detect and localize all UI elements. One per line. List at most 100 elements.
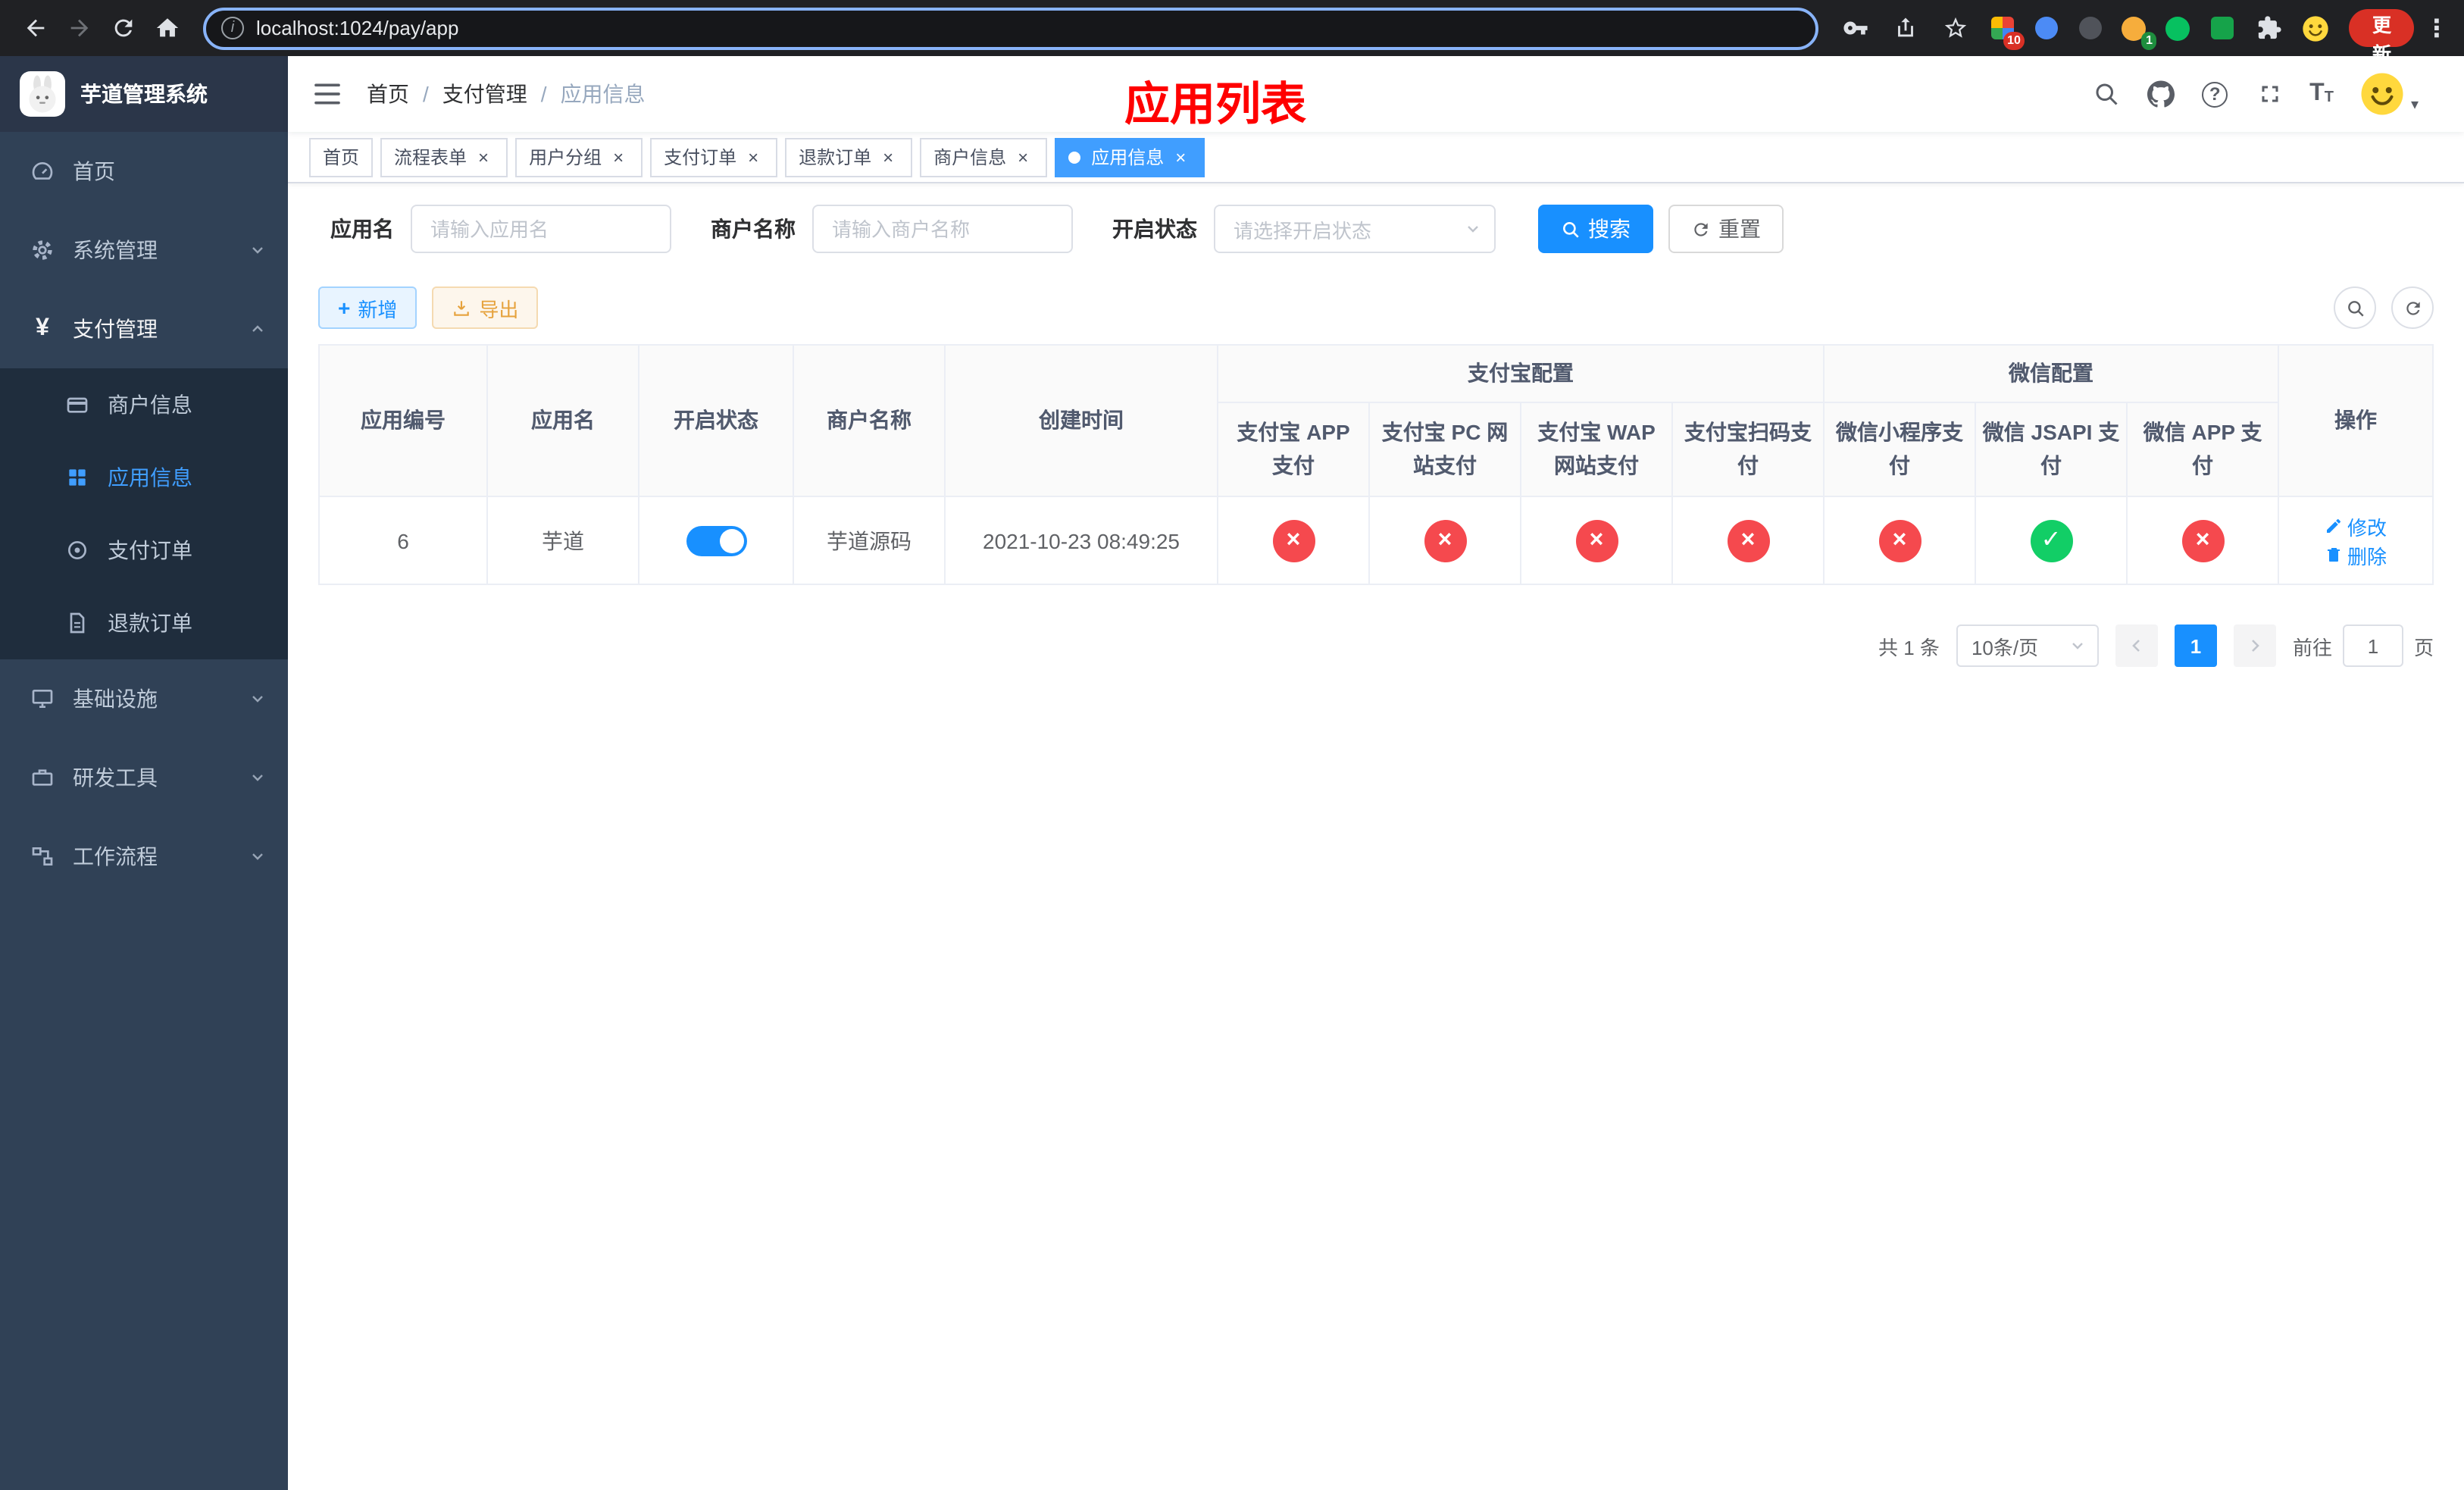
tab-process-form[interactable]: 流程表单 × <box>380 137 508 177</box>
merchant-name-input[interactable] <box>812 205 1073 253</box>
sidebar: 芋道管理系统 首页 系统管理 ¥ 支付管理 商户信息 应用信息 支付订单 退款订… <box>0 56 288 1490</box>
tab-app-info[interactable]: 应用信息 × <box>1055 137 1205 177</box>
extension-grid-icon[interactable]: 10 <box>1986 11 2025 49</box>
tab-pay-order[interactable]: 支付订单 × <box>650 137 778 177</box>
status-select[interactable]: 请选择开启状态 <box>1214 205 1496 253</box>
extension-avatar-icon[interactable]: 1 <box>2118 11 2157 49</box>
sidebar-item-workflow[interactable]: 工作流程 <box>0 817 288 896</box>
tab-home[interactable]: 首页 <box>309 137 374 177</box>
browser-home-icon[interactable] <box>147 8 186 48</box>
github-icon[interactable] <box>2146 80 2175 108</box>
user-avatar[interactable]: ▾ <box>2359 71 2419 117</box>
filter-merchant-name: 商户名称 <box>711 205 1073 253</box>
cell-created: 2021-10-23 08:49:25 <box>944 496 1218 585</box>
chevron-down-icon <box>249 847 267 866</box>
fullscreen-icon[interactable] <box>2255 80 2284 108</box>
toggle-search-icon[interactable] <box>2334 286 2376 329</box>
add-button[interactable]: + 新增 <box>318 286 417 329</box>
app-name-input[interactable] <box>411 205 671 253</box>
yen-icon: ¥ <box>36 315 49 341</box>
cell-merchant: 芋道源码 <box>793 496 946 585</box>
extension-drop-icon[interactable] <box>2030 11 2063 45</box>
browser-toolbar-right: 10 1 更新 ⋮ <box>1836 8 2449 65</box>
export-button[interactable]: 导出 <box>432 286 539 329</box>
status-label: 开启状态 <box>1112 217 1197 241</box>
refresh-table-icon[interactable] <box>2391 286 2434 329</box>
help-icon[interactable]: ? <box>2200 80 2229 108</box>
sidebar-item-devtools[interactable]: 研发工具 <box>0 738 288 817</box>
sidebar-item-payment[interactable]: ¥ 支付管理 <box>0 290 288 368</box>
search-icon[interactable] <box>2091 80 2120 108</box>
edit-link[interactable]: 修改 <box>2325 512 2387 540</box>
share-icon[interactable] <box>1886 8 1925 48</box>
next-page-icon[interactable] <box>2233 624 2276 667</box>
sidebar-subitem-refund-order[interactable]: 退款订单 <box>0 587 288 659</box>
prev-page-icon[interactable] <box>2115 624 2158 667</box>
app-shell: 芋道管理系统 首页 系统管理 ¥ 支付管理 商户信息 应用信息 支付订单 退款订… <box>0 56 2464 1490</box>
tab-close-icon[interactable]: × <box>608 146 629 167</box>
app-table: 应用编号 应用名 开启状态 商户名称 创建时间 支付宝配置 微信配置 操作 支付… <box>318 344 2434 585</box>
tab-merchant-info[interactable]: 商户信息 × <box>920 137 1048 177</box>
sidebar-subitem-app-info[interactable]: 应用信息 <box>0 441 288 514</box>
fold-sidebar-icon[interactable] <box>312 79 342 109</box>
col-wechat-lite: 微信小程序支付 <box>1823 402 1976 497</box>
extension-dark-icon[interactable] <box>2074 11 2107 45</box>
address-bar[interactable]: i localhost:1024/pay/app <box>203 7 1819 49</box>
page-size-select[interactable]: 10条/页 <box>1956 624 2099 667</box>
font-size-icon[interactable]: TT <box>2309 81 2334 106</box>
toolbox-icon <box>29 764 56 791</box>
tab-close-icon[interactable]: × <box>1170 146 1191 167</box>
wechat-app-status-icon: × <box>2181 519 2225 562</box>
main-panel: 首页 / 支付管理 / 应用信息 ? T T ▾ 应用列表 首页 流程表单 × … <box>288 56 2464 1490</box>
col-group-alipay: 支付宝配置 <box>1217 344 1825 403</box>
merchant-name-label: 商户名称 <box>711 217 796 241</box>
col-alipay-qr: 支付宝扫码支付 <box>1671 402 1825 497</box>
extension-badge: 1 <box>2141 31 2157 49</box>
profile-avatar[interactable] <box>2300 11 2333 45</box>
password-key-icon[interactable] <box>1836 8 1875 48</box>
page-number-1[interactable]: 1 <box>2174 624 2217 667</box>
goto-page-input[interactable] <box>2342 624 2403 667</box>
tab-close-icon[interactable]: × <box>743 146 764 167</box>
sidebar-item-system[interactable]: 系统管理 <box>0 211 288 290</box>
status-toggle[interactable] <box>686 525 746 556</box>
goto-prefix: 前往 <box>2292 636 2332 659</box>
breadcrumb-payment[interactable]: 支付管理 <box>442 79 527 109</box>
sidebar-item-home[interactable]: 首页 <box>0 132 288 211</box>
sidebar-subitem-pay-order[interactable]: 支付订单 <box>0 514 288 587</box>
search-button[interactable]: 搜索 <box>1538 205 1653 253</box>
table-row: 6 芋道 芋道源码 2021-10-23 08:49:25 × × × × × <box>318 496 2434 585</box>
goto-page: 前往 页 <box>2293 624 2434 667</box>
app-logo[interactable]: 芋道管理系统 <box>0 56 288 132</box>
col-alipay-app: 支付宝 APP 支付 <box>1217 402 1370 497</box>
breadcrumb-current: 应用信息 <box>560 82 646 106</box>
tab-close-icon[interactable]: × <box>1012 146 1033 167</box>
tab-refund-order[interactable]: 退款订单 × <box>785 137 913 177</box>
browser-update-button[interactable]: 更新 <box>2349 9 2414 65</box>
pagination: 共 1 条 10条/页 1 前往 1 页 <box>318 624 2434 667</box>
browser-refresh-icon[interactable] <box>103 8 142 48</box>
bookmark-star-icon[interactable] <box>1936 8 1975 48</box>
col-merchant: 商户名称 <box>793 344 946 497</box>
tab-close-icon[interactable]: × <box>877 146 899 167</box>
cell-status <box>638 496 794 585</box>
breadcrumb-home[interactable]: 首页 <box>367 79 409 109</box>
chevron-down-icon <box>249 768 267 787</box>
tab-close-icon[interactable]: × <box>473 146 494 167</box>
delete-link[interactable]: 删除 <box>2325 540 2387 569</box>
reset-button[interactable]: 重置 <box>1668 205 1784 253</box>
extensions-puzzle-icon[interactable] <box>2250 8 2289 48</box>
browser-menu-icon[interactable]: ⋮ <box>2425 13 2449 43</box>
browser-forward-icon[interactable] <box>59 8 98 48</box>
tab-user-group[interactable]: 用户分组 × <box>515 137 643 177</box>
grid-icon <box>64 464 91 491</box>
extension-wechat-icon[interactable] <box>2162 11 2195 45</box>
sidebar-item-infrastructure[interactable]: 基础设施 <box>0 659 288 738</box>
extension-green-square-icon[interactable] <box>2206 11 2239 45</box>
extension-badge: 10 <box>2003 31 2025 49</box>
site-info-icon[interactable]: i <box>221 17 244 39</box>
wechat-jsapi-status-icon: ✓ <box>2030 519 2072 562</box>
avatar-emoji <box>2359 71 2405 117</box>
sidebar-subitem-merchant-info[interactable]: 商户信息 <box>0 368 288 441</box>
browser-back-icon[interactable] <box>15 8 55 48</box>
